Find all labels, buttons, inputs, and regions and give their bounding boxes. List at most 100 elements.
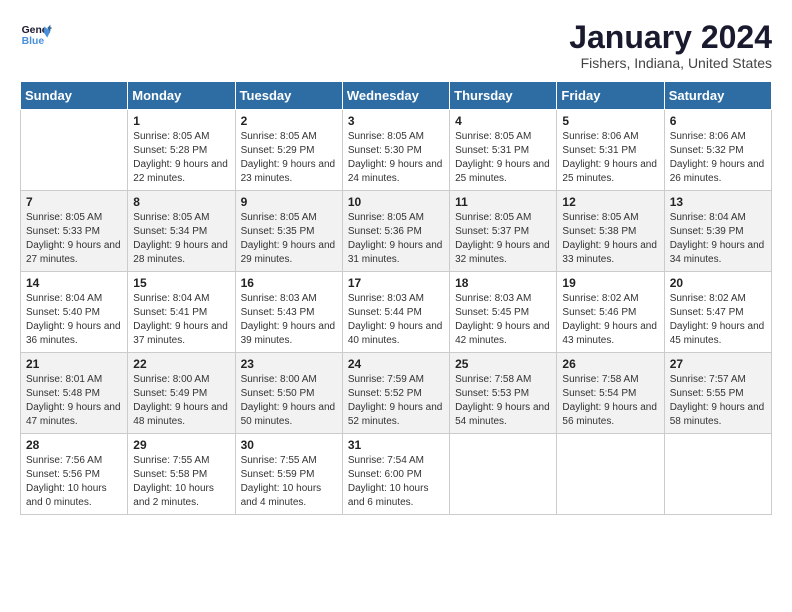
day-number: 1 — [133, 114, 229, 128]
daylight-label: Daylight: 9 hours and 45 minutes. — [670, 321, 765, 346]
sunrise-label: Sunrise: 7:54 AM — [348, 455, 424, 466]
daylight-label: Daylight: 10 hours and 0 minutes. — [26, 483, 107, 508]
day-number: 9 — [241, 195, 337, 209]
day-info: Sunrise: 8:03 AM Sunset: 5:44 PM Dayligh… — [348, 292, 444, 348]
day-number: 25 — [455, 357, 551, 371]
day-info: Sunrise: 8:04 AM Sunset: 5:39 PM Dayligh… — [670, 211, 766, 267]
day-cell — [450, 434, 557, 515]
sunset-label: Sunset: 5:31 PM — [455, 145, 529, 156]
sunrise-label: Sunrise: 8:04 AM — [133, 293, 209, 304]
daylight-label: Daylight: 9 hours and 36 minutes. — [26, 321, 121, 346]
sunrise-label: Sunrise: 8:06 AM — [562, 131, 638, 142]
svg-text:Blue: Blue — [22, 36, 45, 47]
day-info: Sunrise: 7:56 AM Sunset: 5:56 PM Dayligh… — [26, 454, 122, 510]
sunset-label: Sunset: 5:31 PM — [562, 145, 636, 156]
day-info: Sunrise: 8:02 AM Sunset: 5:46 PM Dayligh… — [562, 292, 658, 348]
day-cell: 15 Sunrise: 8:04 AM Sunset: 5:41 PM Dayl… — [128, 272, 235, 353]
daylight-label: Daylight: 9 hours and 47 minutes. — [26, 402, 121, 427]
day-number: 31 — [348, 438, 444, 452]
sunrise-label: Sunrise: 8:02 AM — [562, 293, 638, 304]
day-cell: 1 Sunrise: 8:05 AM Sunset: 5:28 PM Dayli… — [128, 110, 235, 191]
day-info: Sunrise: 8:05 AM Sunset: 5:30 PM Dayligh… — [348, 130, 444, 186]
daylight-label: Daylight: 9 hours and 28 minutes. — [133, 240, 228, 265]
logo: General Blue — [20, 20, 52, 52]
day-info: Sunrise: 7:55 AM Sunset: 5:58 PM Dayligh… — [133, 454, 229, 510]
daylight-label: Daylight: 10 hours and 2 minutes. — [133, 483, 214, 508]
sunset-label: Sunset: 5:40 PM — [26, 307, 100, 318]
day-number: 7 — [26, 195, 122, 209]
day-info: Sunrise: 8:05 AM Sunset: 5:29 PM Dayligh… — [241, 130, 337, 186]
daylight-label: Daylight: 9 hours and 40 minutes. — [348, 321, 443, 346]
day-info: Sunrise: 7:58 AM Sunset: 5:54 PM Dayligh… — [562, 373, 658, 429]
day-cell: 16 Sunrise: 8:03 AM Sunset: 5:43 PM Dayl… — [235, 272, 342, 353]
day-number: 8 — [133, 195, 229, 209]
day-info: Sunrise: 8:04 AM Sunset: 5:41 PM Dayligh… — [133, 292, 229, 348]
col-header-sunday: Sunday — [21, 82, 128, 110]
sunrise-label: Sunrise: 7:55 AM — [133, 455, 209, 466]
day-info: Sunrise: 7:58 AM Sunset: 5:53 PM Dayligh… — [455, 373, 551, 429]
sunrise-label: Sunrise: 8:05 AM — [26, 212, 102, 223]
day-cell: 4 Sunrise: 8:05 AM Sunset: 5:31 PM Dayli… — [450, 110, 557, 191]
day-number: 6 — [670, 114, 766, 128]
sunrise-label: Sunrise: 8:00 AM — [241, 374, 317, 385]
daylight-label: Daylight: 10 hours and 4 minutes. — [241, 483, 322, 508]
sunrise-label: Sunrise: 8:05 AM — [562, 212, 638, 223]
sunrise-label: Sunrise: 8:05 AM — [241, 131, 317, 142]
daylight-label: Daylight: 9 hours and 43 minutes. — [562, 321, 657, 346]
day-cell: 23 Sunrise: 8:00 AM Sunset: 5:50 PM Dayl… — [235, 353, 342, 434]
day-number: 3 — [348, 114, 444, 128]
col-header-thursday: Thursday — [450, 82, 557, 110]
sunrise-label: Sunrise: 8:03 AM — [455, 293, 531, 304]
day-info: Sunrise: 8:05 AM Sunset: 5:35 PM Dayligh… — [241, 211, 337, 267]
day-number: 18 — [455, 276, 551, 290]
daylight-label: Daylight: 9 hours and 50 minutes. — [241, 402, 336, 427]
day-info: Sunrise: 8:05 AM Sunset: 5:33 PM Dayligh… — [26, 211, 122, 267]
sunset-label: Sunset: 5:48 PM — [26, 388, 100, 399]
day-info: Sunrise: 7:59 AM Sunset: 5:52 PM Dayligh… — [348, 373, 444, 429]
daylight-label: Daylight: 9 hours and 24 minutes. — [348, 159, 443, 184]
day-number: 5 — [562, 114, 658, 128]
daylight-label: Daylight: 9 hours and 25 minutes. — [455, 159, 550, 184]
sunrise-label: Sunrise: 8:02 AM — [670, 293, 746, 304]
daylight-label: Daylight: 9 hours and 52 minutes. — [348, 402, 443, 427]
daylight-label: Daylight: 9 hours and 29 minutes. — [241, 240, 336, 265]
day-number: 30 — [241, 438, 337, 452]
col-header-saturday: Saturday — [664, 82, 771, 110]
sunset-label: Sunset: 5:29 PM — [241, 145, 315, 156]
sunset-label: Sunset: 5:39 PM — [670, 226, 744, 237]
week-row-2: 7 Sunrise: 8:05 AM Sunset: 5:33 PM Dayli… — [21, 191, 772, 272]
day-cell: 19 Sunrise: 8:02 AM Sunset: 5:46 PM Dayl… — [557, 272, 664, 353]
page-header: General Blue January 2024 Fishers, India… — [20, 20, 772, 71]
col-header-tuesday: Tuesday — [235, 82, 342, 110]
month-title: January 2024 — [569, 20, 772, 55]
sunset-label: Sunset: 5:47 PM — [670, 307, 744, 318]
sunset-label: Sunset: 5:28 PM — [133, 145, 207, 156]
day-cell: 30 Sunrise: 7:55 AM Sunset: 5:59 PM Dayl… — [235, 434, 342, 515]
day-headers: SundayMondayTuesdayWednesdayThursdayFrid… — [21, 82, 772, 110]
sunrise-label: Sunrise: 8:04 AM — [26, 293, 102, 304]
sunset-label: Sunset: 5:34 PM — [133, 226, 207, 237]
day-info: Sunrise: 8:06 AM Sunset: 5:31 PM Dayligh… — [562, 130, 658, 186]
sunrise-label: Sunrise: 7:59 AM — [348, 374, 424, 385]
day-number: 13 — [670, 195, 766, 209]
day-info: Sunrise: 8:05 AM Sunset: 5:31 PM Dayligh… — [455, 130, 551, 186]
col-header-friday: Friday — [557, 82, 664, 110]
sunrise-label: Sunrise: 8:04 AM — [670, 212, 746, 223]
day-info: Sunrise: 7:55 AM Sunset: 5:59 PM Dayligh… — [241, 454, 337, 510]
sunset-label: Sunset: 5:41 PM — [133, 307, 207, 318]
sunrise-label: Sunrise: 8:03 AM — [241, 293, 317, 304]
day-cell: 6 Sunrise: 8:06 AM Sunset: 5:32 PM Dayli… — [664, 110, 771, 191]
sunset-label: Sunset: 5:55 PM — [670, 388, 744, 399]
daylight-label: Daylight: 9 hours and 39 minutes. — [241, 321, 336, 346]
sunrise-label: Sunrise: 7:58 AM — [562, 374, 638, 385]
sunrise-label: Sunrise: 8:00 AM — [133, 374, 209, 385]
sunrise-label: Sunrise: 8:05 AM — [455, 212, 531, 223]
day-number: 23 — [241, 357, 337, 371]
day-number: 26 — [562, 357, 658, 371]
sunset-label: Sunset: 5:46 PM — [562, 307, 636, 318]
day-cell: 8 Sunrise: 8:05 AM Sunset: 5:34 PM Dayli… — [128, 191, 235, 272]
sunset-label: Sunset: 5:38 PM — [562, 226, 636, 237]
calendar-table: SundayMondayTuesdayWednesdayThursdayFrid… — [20, 81, 772, 515]
sunrise-label: Sunrise: 8:05 AM — [241, 212, 317, 223]
day-info: Sunrise: 8:06 AM Sunset: 5:32 PM Dayligh… — [670, 130, 766, 186]
